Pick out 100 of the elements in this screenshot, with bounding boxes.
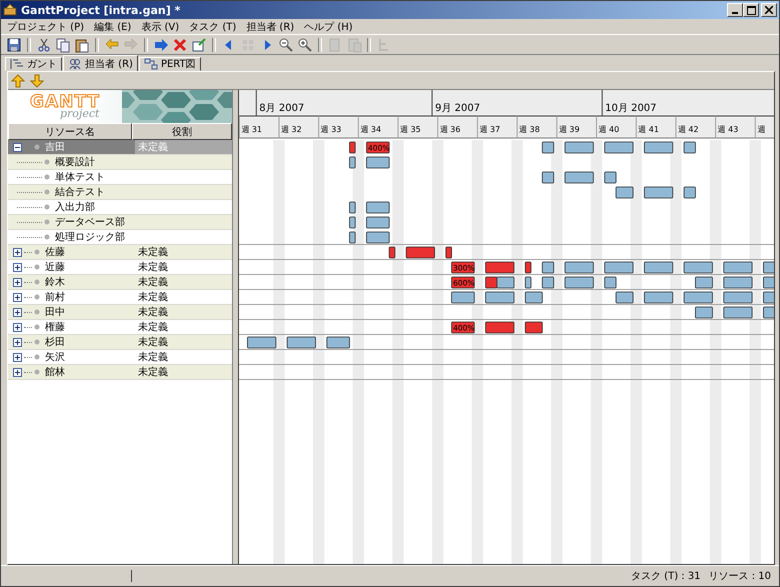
menu-item[interactable]: 編集 (E)	[94, 20, 132, 34]
load-bar[interactable]	[604, 276, 616, 288]
load-bar[interactable]	[286, 336, 316, 348]
expand-icon[interactable]	[13, 262, 22, 272]
load-bar[interactable]	[763, 276, 774, 288]
resource-name[interactable]: 鈴木	[45, 275, 65, 289]
load-bar[interactable]	[684, 186, 696, 198]
resource-name[interactable]: 権藤	[45, 320, 65, 334]
load-bar[interactable]	[564, 142, 594, 154]
load-bar[interactable]	[564, 276, 594, 288]
scissors-icon[interactable]	[36, 36, 52, 52]
load-bar[interactable]	[723, 276, 752, 288]
menu-item[interactable]: ヘルプ (H)	[304, 20, 353, 34]
load-bar[interactable]	[524, 262, 532, 274]
resource-name[interactable]: 杉田	[45, 335, 65, 349]
load-bar[interactable]	[542, 276, 554, 288]
load-bar[interactable]	[349, 202, 356, 214]
expand-icon[interactable]	[13, 292, 22, 302]
load-bar[interactable]	[684, 262, 713, 274]
view-tab[interactable]: PERT図	[138, 57, 201, 71]
load-bar[interactable]	[247, 336, 276, 348]
expand-icon[interactable]	[13, 368, 22, 376]
resource-name[interactable]: 単体テスト	[55, 170, 105, 184]
load-bar[interactable]	[524, 276, 532, 288]
load-bar[interactable]	[524, 292, 543, 304]
load-bar[interactable]	[349, 232, 356, 244]
load-bar[interactable]	[564, 262, 594, 274]
expand-icon[interactable]	[13, 308, 22, 316]
load-bar[interactable]	[763, 306, 774, 318]
load-bar[interactable]	[684, 142, 696, 154]
load-bar[interactable]	[524, 322, 543, 334]
down-arrow-icon[interactable]	[30, 74, 44, 88]
menu-item[interactable]: 表示 (V)	[141, 20, 180, 34]
load-bar[interactable]	[604, 172, 616, 184]
load-bar[interactable]	[684, 292, 713, 304]
load-bar[interactable]	[485, 292, 514, 304]
load-bar[interactable]	[542, 172, 554, 184]
menu-item[interactable]: タスク (T)	[189, 20, 236, 34]
collapse-icon[interactable]	[13, 142, 22, 152]
column-header[interactable]: 役割	[132, 123, 232, 140]
load-bar[interactable]	[496, 276, 514, 288]
expand-icon[interactable]	[13, 352, 22, 362]
expand-icon[interactable]	[13, 338, 22, 346]
resource-name[interactable]: 概要設計	[55, 155, 95, 169]
load-bar[interactable]	[366, 156, 390, 168]
load-bar[interactable]	[644, 262, 674, 274]
expand-icon[interactable]	[13, 278, 22, 286]
load-bar[interactable]	[326, 336, 350, 348]
load-bar[interactable]	[763, 292, 774, 304]
resource-name[interactable]: 館林	[45, 365, 65, 379]
view-tab[interactable]: ガント	[5, 57, 62, 71]
load-bar[interactable]	[446, 246, 452, 258]
load-bar[interactable]	[644, 142, 674, 154]
maximize-icon[interactable]	[746, 6, 756, 14]
load-bar[interactable]	[349, 216, 356, 228]
load-bar[interactable]	[542, 142, 554, 154]
load-bar[interactable]	[695, 276, 713, 288]
minimize-button[interactable]	[727, 3, 743, 17]
load-bar[interactable]	[695, 306, 713, 318]
copy-icon[interactable]	[55, 36, 71, 52]
load-bar[interactable]	[451, 292, 475, 304]
menu-item[interactable]: プロジェクト (P)	[7, 20, 84, 34]
close-icon[interactable]	[765, 6, 773, 14]
expand-icon[interactable]	[13, 322, 22, 332]
load-bar[interactable]	[723, 292, 752, 304]
zoom-in-icon[interactable]	[297, 36, 313, 52]
load-bar[interactable]	[644, 292, 674, 304]
load-bar[interactable]	[604, 262, 634, 274]
maximize-button[interactable]	[743, 3, 759, 17]
resource-name[interactable]: 近藤	[45, 260, 65, 274]
save-icon[interactable]	[6, 36, 22, 52]
load-bar[interactable]	[349, 142, 356, 154]
load-bar[interactable]	[763, 262, 774, 274]
load-bar[interactable]	[723, 262, 752, 274]
resource-name[interactable]: 前村	[45, 290, 65, 304]
load-bar[interactable]	[349, 156, 356, 168]
load-bar[interactable]	[644, 186, 674, 198]
resource-name[interactable]: 矢沢	[45, 350, 65, 364]
resource-name[interactable]: 佐藤	[45, 245, 65, 259]
right-arrow-icon[interactable]	[153, 36, 169, 52]
up-arrow-icon[interactable]	[11, 74, 25, 88]
resource-name[interactable]: 吉田	[45, 140, 65, 154]
resource-name[interactable]: 処理ロジック部	[55, 230, 125, 244]
paste-icon[interactable]	[74, 36, 90, 52]
load-bar[interactable]	[388, 246, 396, 258]
load-bar[interactable]	[366, 216, 390, 228]
delete-icon[interactable]	[172, 36, 188, 52]
menu-item[interactable]: 担当者 (R)	[246, 20, 294, 34]
view-tab[interactable]: 担当者 (R)	[63, 55, 138, 71]
resource-name[interactable]: 田中	[45, 305, 65, 319]
load-bar[interactable]	[723, 306, 752, 318]
close-button[interactable]	[761, 3, 777, 17]
column-header[interactable]: リソース名	[8, 123, 132, 140]
load-bar[interactable]	[366, 202, 390, 214]
zoom-out-icon[interactable]	[278, 36, 294, 52]
resource-name[interactable]: 入出力部	[55, 200, 95, 214]
load-bar[interactable]	[564, 172, 594, 184]
load-bar[interactable]	[366, 232, 390, 244]
edit-icon[interactable]	[191, 36, 207, 52]
load-bar[interactable]	[604, 142, 634, 154]
